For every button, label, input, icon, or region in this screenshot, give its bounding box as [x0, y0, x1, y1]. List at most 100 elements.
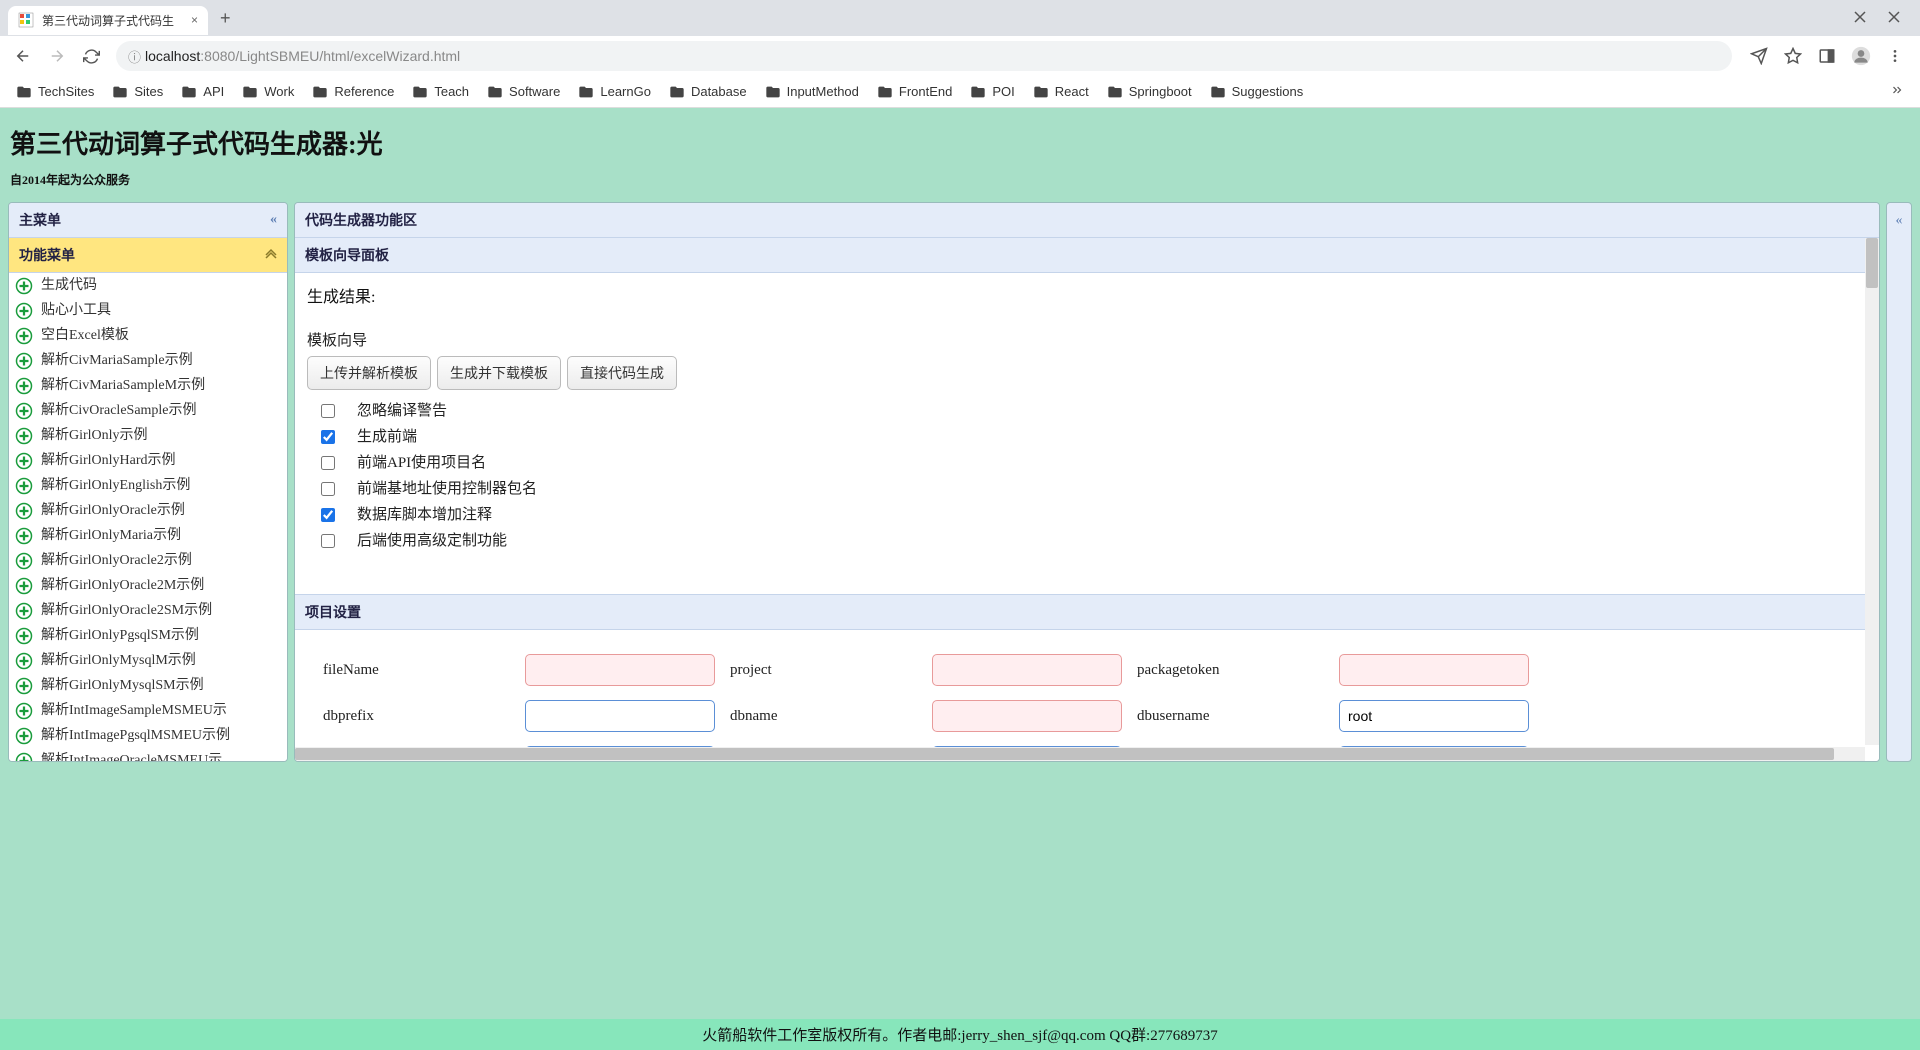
browser-tab[interactable]: 第三代动词算子式代码生 × [8, 6, 208, 35]
sidebar-item[interactable]: 解析GirlOnly示例 [9, 423, 287, 448]
func-menu-title: 功能菜单 [19, 245, 75, 265]
horizontal-scrollbar[interactable] [295, 747, 1865, 761]
menu-list[interactable]: 生成代码贴心小工具空白Excel模板解析CivMariaSample示例解析Ci… [9, 273, 287, 761]
dbusername-input[interactable] [1339, 700, 1529, 732]
plus-icon [15, 427, 33, 445]
address-bar[interactable]: ⓘ localhost:8080/LightSBMEU/html/excelWi… [116, 41, 1732, 71]
bookmark-folder[interactable]: API [173, 80, 232, 104]
checkbox-input[interactable] [321, 508, 335, 522]
bookmark-folder[interactable]: TechSites [8, 80, 102, 104]
sidebar-item[interactable]: 解析GirlOnlyOracle2M示例 [9, 573, 287, 598]
bookmarks-overflow-icon[interactable] [1882, 79, 1912, 104]
bookmark-folder[interactable]: LearnGo [570, 80, 659, 104]
filename-input[interactable] [525, 654, 715, 686]
packagetoken-input[interactable] [1339, 654, 1529, 686]
window-close-icon[interactable] [1888, 10, 1900, 26]
sidebar-item-label: 解析GirlOnlyMaria示例 [41, 525, 181, 546]
star-icon[interactable] [1782, 45, 1804, 67]
folder-icon [970, 84, 986, 100]
checkbox-input[interactable] [321, 404, 335, 418]
sidebar-item[interactable]: 解析GirlOnlyOracle2示例 [9, 548, 287, 573]
bookmark-folder[interactable]: Sites [104, 80, 171, 104]
settings-header: 项目设置 [295, 594, 1879, 630]
forward-button[interactable] [42, 41, 72, 71]
bookmark-label: InputMethod [787, 84, 859, 99]
footer-text: 火箭船软件工作室版权所有。作者电邮:jerry_shen_sjf@qq.com … [702, 1028, 1217, 1044]
direct-gen-button[interactable]: 直接代码生成 [567, 356, 677, 390]
bookmark-folder[interactable]: Springboot [1099, 80, 1200, 104]
folder-icon [16, 84, 32, 100]
sidebar-item[interactable]: 解析GirlOnlyMysqlSM示例 [9, 673, 287, 698]
func-menu-header[interactable]: 功能菜单 [9, 238, 287, 273]
sidebar-item[interactable]: 解析CivOracleSample示例 [9, 398, 287, 423]
sidebar-item[interactable]: 解析GirlOnlyMaria示例 [9, 523, 287, 548]
sidebar-item[interactable]: 解析GirlOnlyPgsqlSM示例 [9, 623, 287, 648]
checkbox-input[interactable] [321, 456, 335, 470]
plus-icon [15, 477, 33, 495]
project-input[interactable] [932, 654, 1122, 686]
bookmark-folder[interactable]: InputMethod [757, 80, 867, 104]
sidebar-item[interactable]: 解析GirlOnlyHard示例 [9, 448, 287, 473]
bookmark-folder[interactable]: FrontEnd [869, 80, 960, 104]
collapse-left-icon[interactable]: « [270, 212, 277, 228]
sidebar-item[interactable]: 生成代码 [9, 273, 287, 298]
right-collapse-panel[interactable]: « [1886, 202, 1912, 762]
send-icon[interactable] [1748, 45, 1770, 67]
bookmark-folder[interactable]: Suggestions [1202, 80, 1312, 104]
project-label: project [726, 662, 926, 679]
sidebar-item[interactable]: 解析CivMariaSampleM示例 [9, 373, 287, 398]
checkbox-input[interactable] [321, 430, 335, 444]
bookmark-folder[interactable]: Database [661, 80, 755, 104]
bookmarks-bar: TechSitesSitesAPIWork Reference TeachSoftw… [0, 76, 1920, 108]
bookmark-folder[interactable]: Software [479, 80, 568, 104]
new-tab-button[interactable]: + [220, 8, 231, 29]
bookmark-folder[interactable]: Work [234, 80, 302, 104]
folder-icon [578, 84, 594, 100]
dbname-input[interactable] [932, 700, 1122, 732]
dbprefix-input[interactable] [525, 700, 715, 732]
collapse-up-icon[interactable] [265, 247, 277, 264]
sidebar-item-label: 解析GirlOnlyOracle2SM示例 [41, 600, 212, 621]
bookmark-folder[interactable]: React [1025, 80, 1097, 104]
window-minimize-icon[interactable] [1854, 10, 1866, 26]
sidebar-item[interactable]: 解析IntImagePgsqlMSMEU示例 [9, 723, 287, 748]
plus-icon [15, 552, 33, 570]
sidebar-item[interactable]: 解析GirlOnlyOracle2SM示例 [9, 598, 287, 623]
upload-parse-button[interactable]: 上传并解析模板 [307, 356, 431, 390]
collapse-right-icon[interactable]: « [1887, 203, 1911, 239]
menu-icon[interactable] [1884, 45, 1906, 67]
sidebar-item[interactable]: 贴心小工具 [9, 298, 287, 323]
panel-icon[interactable] [1816, 45, 1838, 67]
bookmark-folder[interactable]: POI [962, 80, 1022, 104]
plus-icon [15, 377, 33, 395]
main-body: 模板向导面板 生成结果: 模板向导 上传并解析模板 生成并下载模板 直接代码生成… [295, 238, 1879, 761]
sidebar-item[interactable]: 解析CivMariaSample示例 [9, 348, 287, 373]
profile-icon[interactable] [1850, 45, 1872, 67]
back-button[interactable] [8, 41, 38, 71]
sidebar-item[interactable]: 解析GirlOnlyEnglish示例 [9, 473, 287, 498]
checkbox-row: 数据库脚本增加注释 [307, 502, 1867, 528]
checkbox-input[interactable] [321, 534, 335, 548]
bookmark-label: Reference [334, 84, 394, 99]
footer: 火箭船软件工作室版权所有。作者电邮:jerry_shen_sjf@qq.com … [0, 1019, 1920, 1050]
sidebar-item[interactable]: 空白Excel模板 [9, 323, 287, 348]
sidebar-item-label: 解析IntImagePgsqlMSMEU示例 [41, 725, 230, 746]
sidebar-item[interactable]: 解析IntImageOracleMSMEU示 [9, 748, 287, 761]
plus-icon [15, 452, 33, 470]
wizard-panel-header: 模板向导面板 [295, 238, 1879, 273]
checkbox-input[interactable] [321, 482, 335, 496]
close-icon[interactable]: × [191, 13, 198, 27]
sidebar-item[interactable]: 解析GirlOnlyMysqlM示例 [9, 648, 287, 673]
sidebar-item-label: 解析GirlOnlyOracle示例 [41, 500, 185, 521]
vertical-scrollbar[interactable] [1865, 238, 1879, 745]
sidebar-item-label: 解析IntImageOracleMSMEU示 [41, 750, 222, 761]
bookmark-folder[interactable]: Teach [404, 80, 477, 104]
sidebar-item[interactable]: 解析IntImageSampleMSMEU示 [9, 698, 287, 723]
func-area-header: 代码生成器功能区 [295, 203, 1879, 238]
reload-button[interactable] [76, 41, 106, 71]
gen-download-button[interactable]: 生成并下载模板 [437, 356, 561, 390]
url-host: localhost [145, 48, 200, 64]
bookmark-folder[interactable]: Reference [304, 80, 402, 104]
main-menu-header[interactable]: 主菜单 « [9, 203, 287, 238]
sidebar-item[interactable]: 解析GirlOnlyOracle示例 [9, 498, 287, 523]
